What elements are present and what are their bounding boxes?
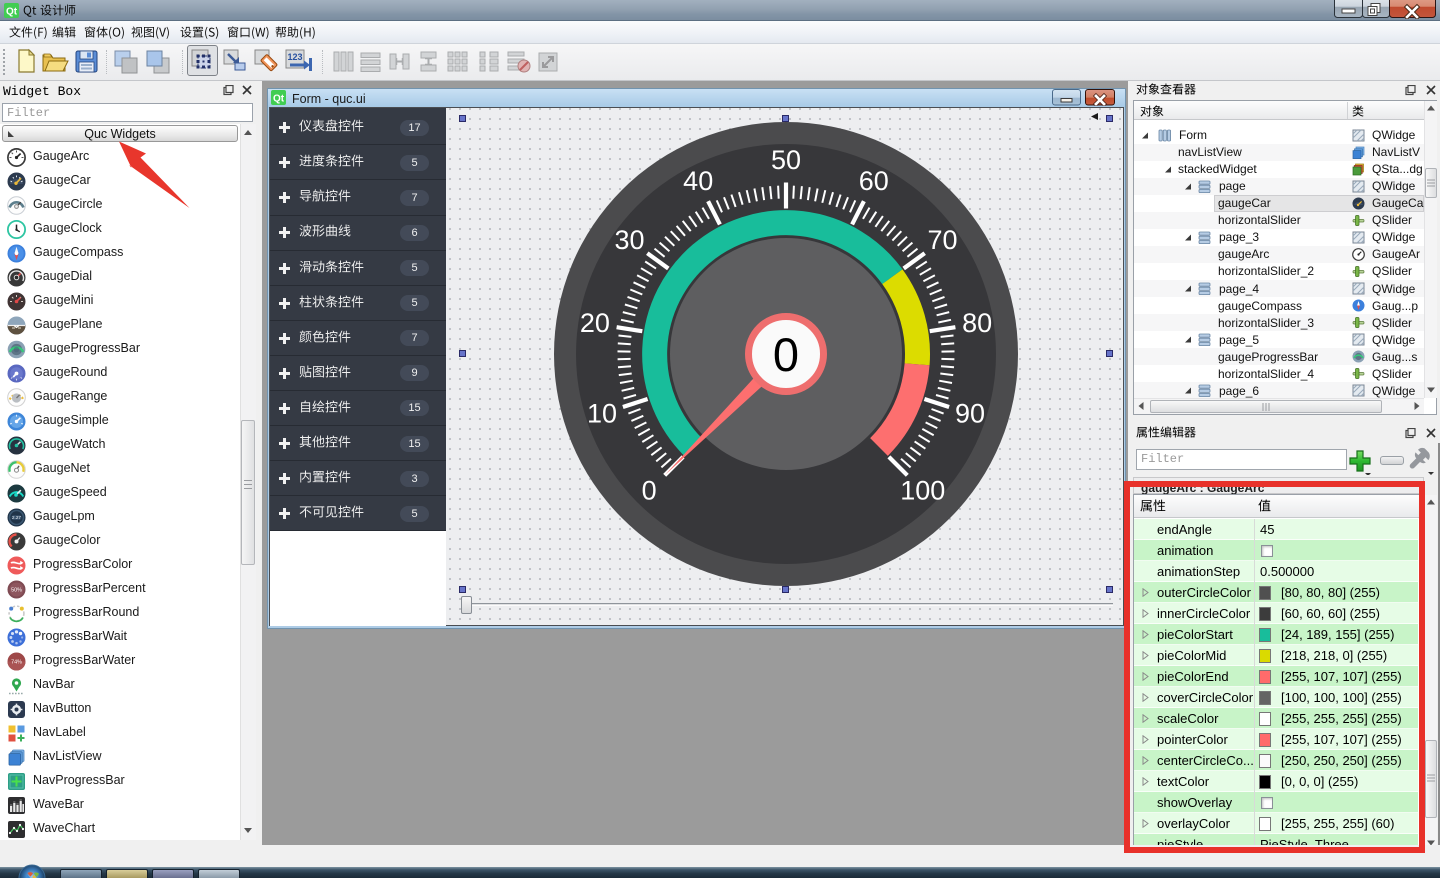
svg-text:0: 0 [642,475,657,505]
svg-text:70: 70 [927,225,957,255]
svg-text:Qt: Qt [273,94,285,105]
svg-text:90: 90 [955,398,985,428]
svg-text:60: 60 [859,166,889,196]
svg-text:40: 40 [683,166,713,196]
svg-text:10: 10 [587,398,617,428]
svg-text:20: 20 [580,308,610,338]
svg-text:80: 80 [962,308,992,338]
svg-text:74%: 74% [11,659,22,665]
svg-text:50: 50 [771,145,801,175]
svg-text:100: 100 [900,475,945,505]
svg-text:123: 123 [287,52,302,62]
svg-text:50%: 50% [11,587,22,593]
svg-text:Qt: Qt [6,7,18,18]
svg-text:30: 30 [614,225,644,255]
svg-text:0: 0 [773,328,799,381]
svg-text:2.27: 2.27 [12,515,21,520]
